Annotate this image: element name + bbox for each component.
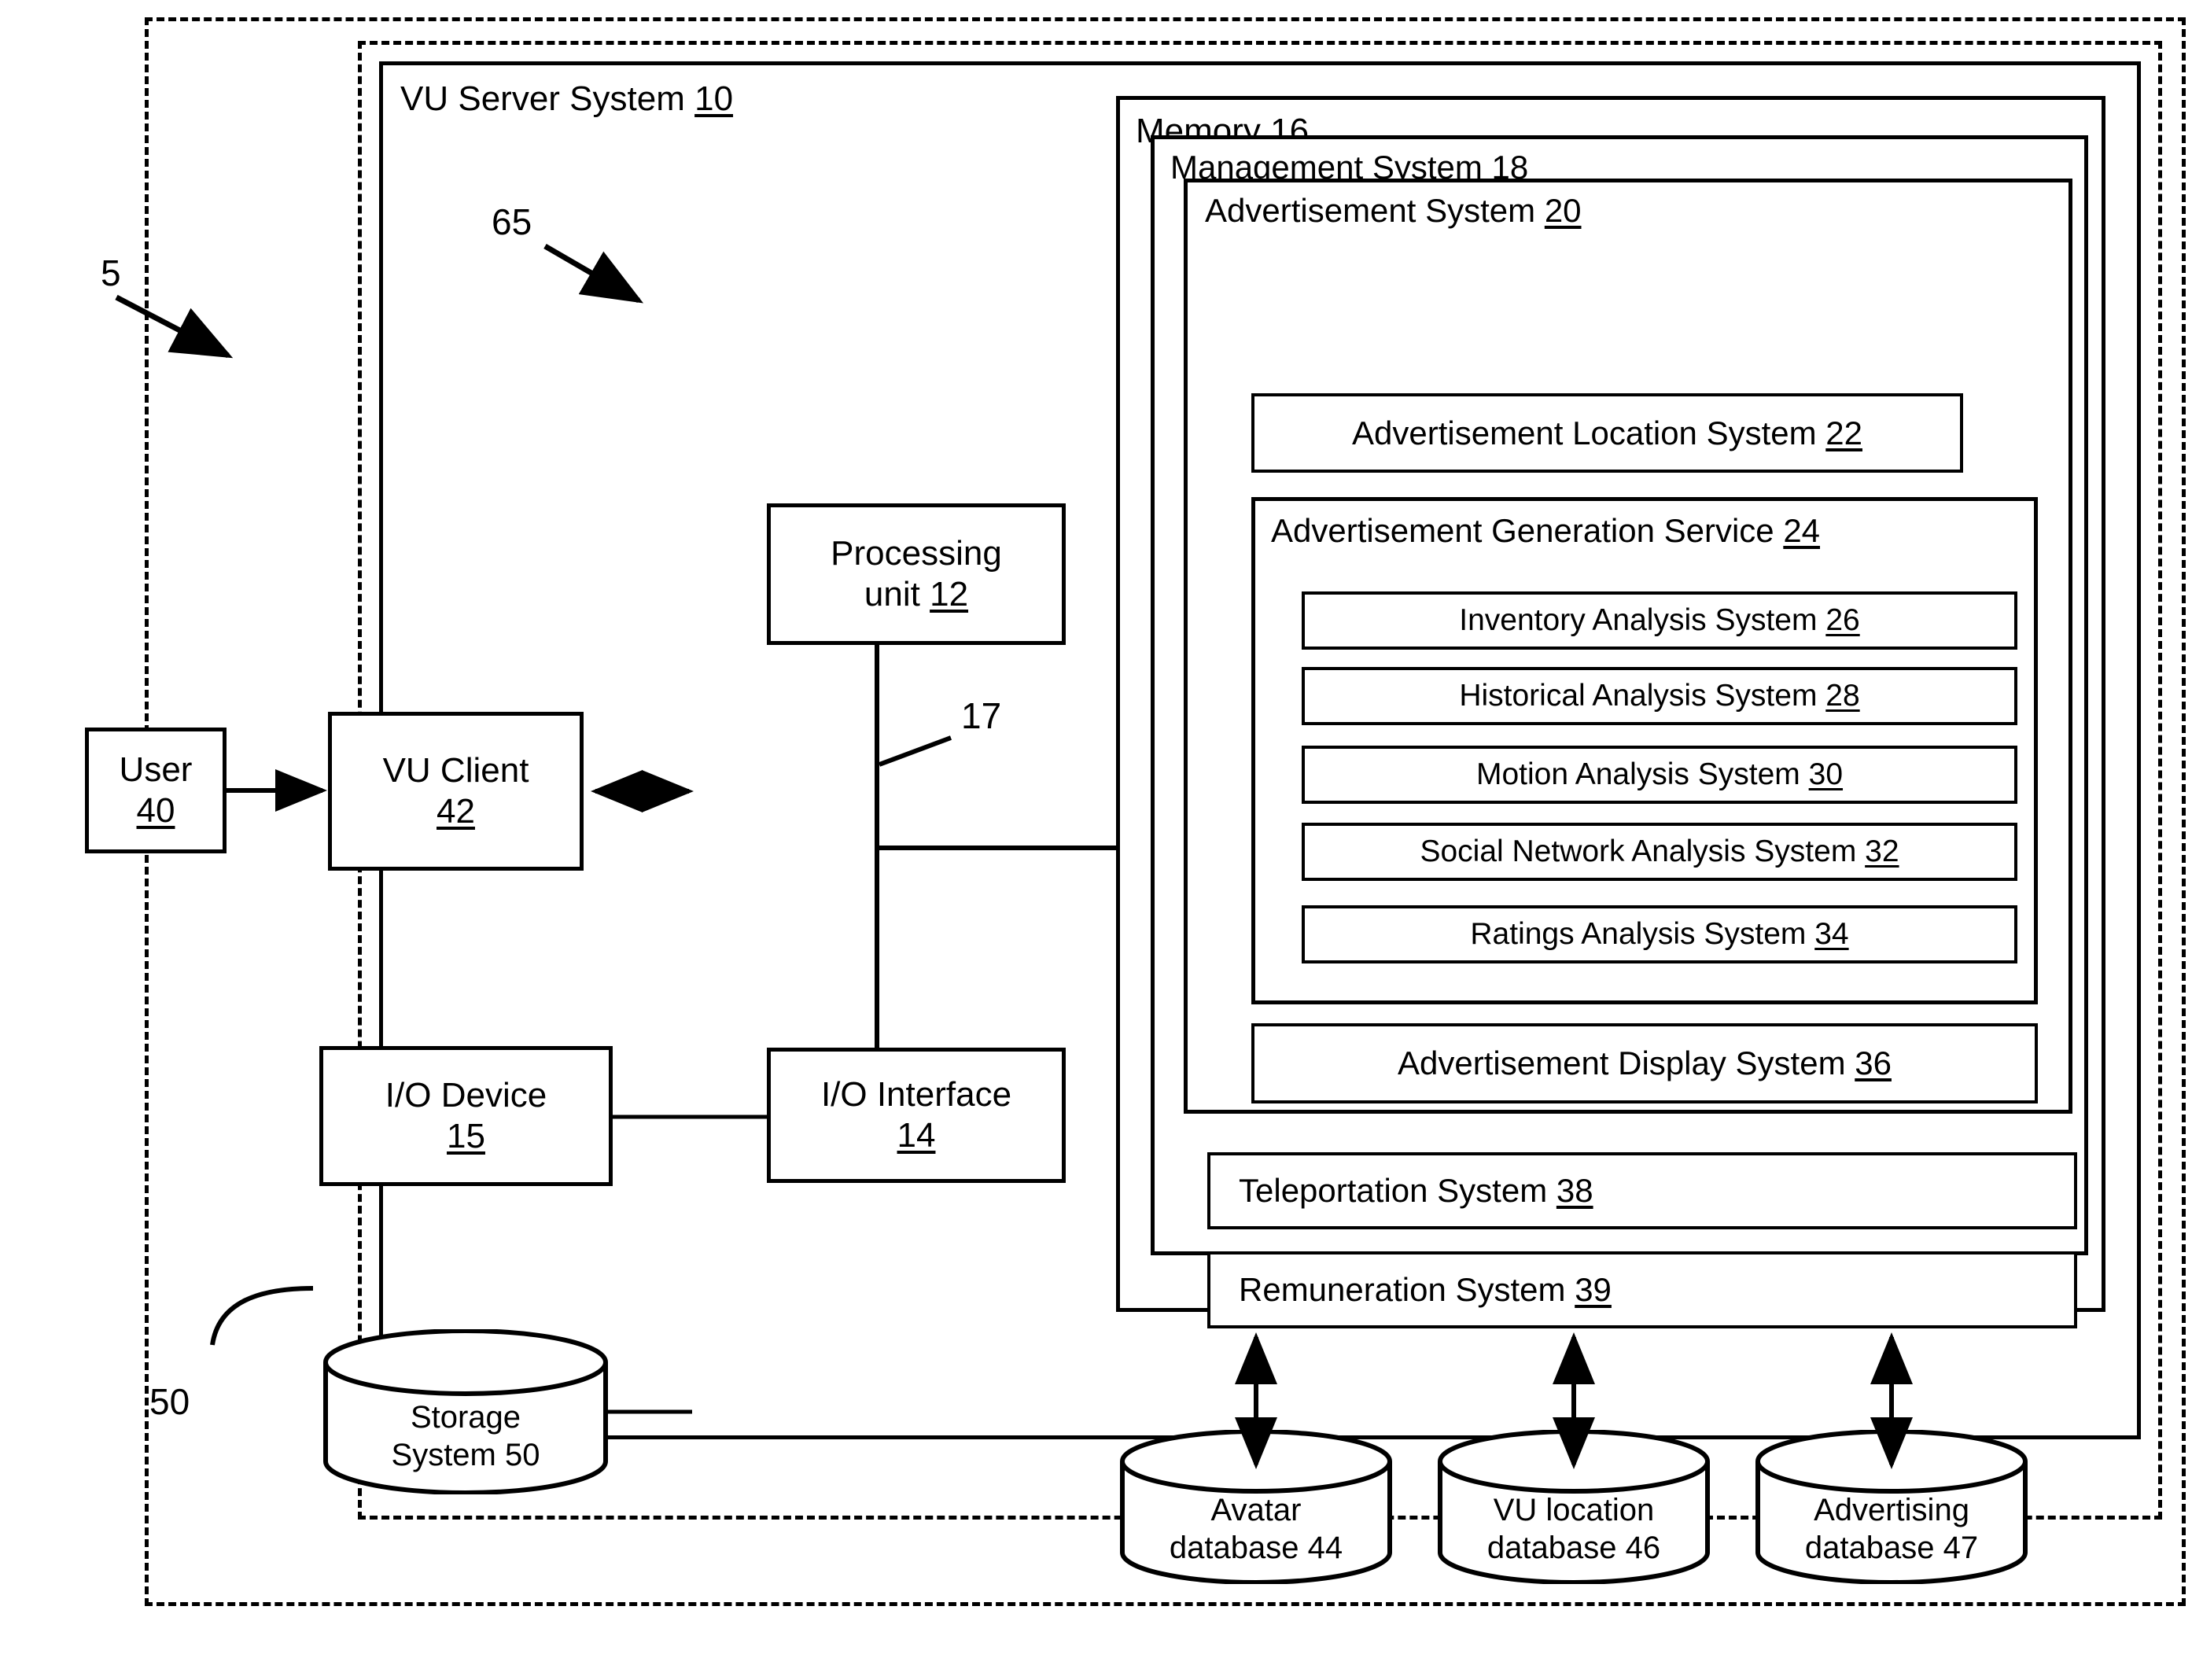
advertisement-generation-service-label: Advertisement Generation Service 24 bbox=[1271, 512, 1820, 550]
advertisement-location-system-label: Advertisement Location System 22 bbox=[1352, 414, 1862, 453]
advertising-database-line1: Advertising bbox=[1814, 1493, 1969, 1527]
advertising-database-label: Advertising database 47 bbox=[1753, 1491, 2030, 1567]
historical-analysis-system-title: Historical Analysis System bbox=[1459, 678, 1826, 713]
social-network-analysis-system-box: Social Network Analysis System 32 bbox=[1302, 823, 2017, 881]
ratings-analysis-system-title: Ratings Analysis System bbox=[1470, 916, 1815, 951]
ratings-analysis-system-label: Ratings Analysis System 34 bbox=[1470, 916, 1848, 952]
user-label: User 40 bbox=[120, 750, 193, 831]
storage-system-line2: System 50 bbox=[391, 1438, 540, 1472]
advertisement-generation-service-number: 24 bbox=[1783, 512, 1821, 549]
io-interface-number: 14 bbox=[897, 1116, 936, 1155]
advertisement-location-system-box: Advertisement Location System 22 bbox=[1251, 393, 1963, 473]
vu-location-database-cylinder: VU location database 46 bbox=[1435, 1430, 1712, 1584]
vu-server-system-label: VU Server System 10 bbox=[400, 79, 733, 119]
teleportation-system-title: Teleportation System bbox=[1239, 1172, 1556, 1210]
vu-client-line1: VU Client bbox=[382, 751, 529, 790]
remuneration-system-title: Remuneration System bbox=[1239, 1271, 1575, 1309]
patent-figure-canvas: VU Server System 10 Memory 16 Management… bbox=[0, 0, 2203, 1680]
processing-unit-line2: unit bbox=[864, 575, 930, 613]
vu-location-database-label: VU location database 46 bbox=[1435, 1491, 1712, 1567]
vu-client-box: VU Client 42 bbox=[328, 712, 584, 871]
io-device-label: I/O Device 15 bbox=[385, 1075, 547, 1157]
reference-numeral-65: 65 bbox=[492, 201, 532, 242]
social-network-analysis-system-label: Social Network Analysis System 32 bbox=[1420, 834, 1899, 870]
historical-analysis-system-number: 28 bbox=[1825, 678, 1860, 713]
avatar-database-line2: database 44 bbox=[1169, 1531, 1343, 1565]
advertisement-display-system-label: Advertisement Display System 36 bbox=[1398, 1044, 1892, 1083]
processing-unit-line1: Processing bbox=[831, 534, 1002, 573]
inventory-analysis-system-box: Inventory Analysis System 26 bbox=[1302, 591, 2017, 650]
inventory-analysis-system-number: 26 bbox=[1825, 602, 1860, 637]
remuneration-system-label: Remuneration System 39 bbox=[1239, 1270, 1612, 1310]
storage-system-cylinder: Storage System 50 bbox=[321, 1329, 610, 1494]
storage-system-label: Storage System 50 bbox=[321, 1398, 610, 1474]
reference-numeral-17: 17 bbox=[961, 695, 1002, 736]
vu-server-system-title: VU Server System bbox=[400, 79, 695, 118]
advertisement-system-number: 20 bbox=[1544, 192, 1582, 229]
historical-analysis-system-label: Historical Analysis System 28 bbox=[1459, 678, 1859, 714]
ratings-analysis-system-number: 34 bbox=[1814, 916, 1849, 951]
io-device-box: I/O Device 15 bbox=[319, 1046, 613, 1186]
user-line1: User bbox=[119, 750, 193, 790]
avatar-database-line1: Avatar bbox=[1210, 1493, 1302, 1527]
motion-analysis-system-box: Motion Analysis System 30 bbox=[1302, 746, 2017, 804]
io-interface-line1: I/O Interface bbox=[820, 1075, 1012, 1114]
processing-unit-label: Processing unit 12 bbox=[831, 533, 1002, 615]
ratings-analysis-system-box: Ratings Analysis System 34 bbox=[1302, 905, 2017, 963]
reference-numeral-5: 5 bbox=[101, 252, 121, 293]
inventory-analysis-system-label: Inventory Analysis System 26 bbox=[1459, 602, 1859, 639]
avatar-database-label: Avatar database 44 bbox=[1118, 1491, 1394, 1567]
processing-unit-number: 12 bbox=[930, 575, 969, 613]
remuneration-system-number: 39 bbox=[1575, 1271, 1612, 1309]
advertisement-system-label: Advertisement System 20 bbox=[1205, 192, 1582, 230]
advertisement-display-system-number: 36 bbox=[1855, 1044, 1892, 1082]
advertisement-location-system-number: 22 bbox=[1825, 414, 1862, 451]
inventory-analysis-system-title: Inventory Analysis System bbox=[1459, 602, 1826, 637]
user-box: User 40 bbox=[85, 728, 227, 853]
advertising-database-line2: database 47 bbox=[1804, 1531, 1979, 1565]
teleportation-system-label: Teleportation System 38 bbox=[1239, 1171, 1593, 1210]
advertisement-location-system-title: Advertisement Location System bbox=[1352, 414, 1826, 451]
io-interface-box: I/O Interface 14 bbox=[767, 1048, 1066, 1183]
vu-location-database-line1: VU location bbox=[1493, 1493, 1655, 1527]
teleportation-system-number: 38 bbox=[1556, 1172, 1593, 1210]
storage-system-line1: Storage bbox=[410, 1400, 521, 1435]
advertisement-system-title: Advertisement System bbox=[1205, 192, 1545, 229]
vu-client-number: 42 bbox=[437, 792, 475, 831]
io-device-number: 15 bbox=[447, 1117, 485, 1155]
advertising-database-cylinder: Advertising database 47 bbox=[1753, 1430, 2030, 1584]
historical-analysis-system-box: Historical Analysis System 28 bbox=[1302, 667, 2017, 725]
social-network-analysis-system-title: Social Network Analysis System bbox=[1420, 834, 1866, 868]
avatar-database-cylinder: Avatar database 44 bbox=[1118, 1430, 1394, 1584]
motion-analysis-system-number: 30 bbox=[1808, 757, 1844, 791]
user-number: 40 bbox=[136, 791, 175, 830]
io-interface-label: I/O Interface 14 bbox=[821, 1074, 1011, 1156]
processing-unit-box: Processing unit 12 bbox=[767, 503, 1066, 645]
remuneration-system-box: Remuneration System 39 bbox=[1207, 1251, 2077, 1328]
advertisement-generation-service-title: Advertisement Generation Service bbox=[1271, 512, 1784, 549]
io-device-line1: I/O Device bbox=[385, 1076, 547, 1115]
motion-analysis-system-title: Motion Analysis System bbox=[1475, 757, 1809, 791]
vu-client-label: VU Client 42 bbox=[383, 750, 529, 832]
motion-analysis-system-label: Motion Analysis System 30 bbox=[1476, 757, 1843, 793]
advertisement-display-system-title: Advertisement Display System bbox=[1398, 1044, 1855, 1082]
reference-numeral-50: 50 bbox=[149, 1381, 190, 1422]
teleportation-system-box: Teleportation System 38 bbox=[1207, 1152, 2077, 1229]
vu-location-database-line2: database 46 bbox=[1486, 1531, 1661, 1565]
advertisement-display-system-box: Advertisement Display System 36 bbox=[1251, 1023, 2038, 1103]
social-network-analysis-system-number: 32 bbox=[1865, 834, 1899, 868]
vu-server-system-number: 10 bbox=[694, 79, 734, 118]
